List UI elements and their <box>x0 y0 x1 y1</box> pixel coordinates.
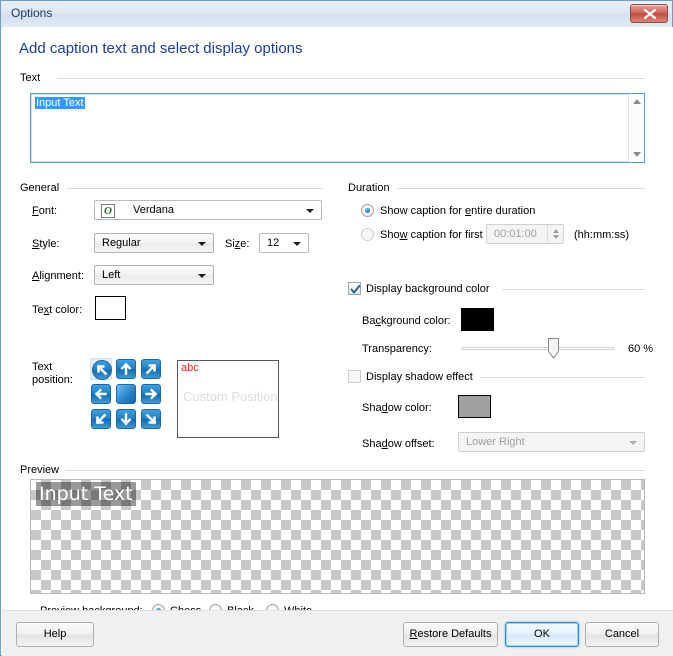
size-combobox[interactable]: 12 <box>259 233 309 253</box>
display-background-checkbox[interactable] <box>348 282 361 295</box>
arrow-left-icon[interactable] <box>90 383 112 405</box>
group-rule-shadow <box>480 377 645 378</box>
transparency-value: 60 % <box>628 343 653 355</box>
checkmark-icon <box>350 284 361 295</box>
size-label: Size: <box>225 238 249 250</box>
text-position-label-line2: position: <box>32 374 73 386</box>
shadow-offset-combobox[interactable]: Lower Right <box>458 432 645 452</box>
restore-defaults-button[interactable]: Restore Defaults <box>403 622 498 647</box>
caption-text-value: Input Text <box>35 97 85 109</box>
preview-caption-text: Input Text <box>36 482 136 506</box>
style-label: Style: <box>32 238 60 250</box>
group-rule-background <box>502 289 645 290</box>
background-color-label: Background color: <box>362 315 451 327</box>
style-value: Regular <box>102 237 141 249</box>
arrow-down-left-icon[interactable] <box>90 408 112 430</box>
shadow-color-label: Shadow color: <box>362 402 432 414</box>
display-background-label: Display background color <box>366 283 495 295</box>
alignment-combobox[interactable]: Left <box>94 265 214 285</box>
group-rule-duration <box>397 188 645 189</box>
help-button[interactable]: Help <box>16 622 94 647</box>
chevron-down-icon <box>198 274 206 278</box>
chevron-down-icon <box>198 242 206 246</box>
caption-text-input[interactable]: Input Text <box>30 93 645 163</box>
dialog-content: Add caption text and select display opti… <box>2 27 673 610</box>
scroll-up-icon[interactable] <box>629 94 644 109</box>
duration-time-input[interactable]: 00:01:00 <box>486 224 564 244</box>
arrow-left-glyph <box>91 384 111 404</box>
transparency-label: Transparency: <box>362 343 432 355</box>
radio-first-duration[interactable] <box>361 228 374 241</box>
arrow-down-right-glyph <box>141 409 161 429</box>
opentype-font-icon: O <box>101 204 115 218</box>
text-color-label: Text color: <box>32 304 82 316</box>
preview-canvas: Input Text <box>30 479 645 594</box>
arrow-up-right-icon[interactable] <box>140 358 162 380</box>
title-bar: Options <box>1 1 672 28</box>
chevron-down-icon <box>629 441 637 445</box>
display-shadow-label: Display shadow effect <box>366 371 478 383</box>
group-label-general: General <box>20 182 64 194</box>
arrow-up-icon[interactable] <box>115 358 137 380</box>
arrow-down-icon[interactable] <box>115 408 137 430</box>
shadow-color-swatch[interactable] <box>458 395 491 418</box>
cancel-button[interactable]: Cancel <box>585 622 659 647</box>
background-color-swatch[interactable] <box>461 308 494 331</box>
arrow-down-left-glyph <box>91 409 111 429</box>
close-icon[interactable] <box>630 4 668 23</box>
radio-first-duration-label: Show caption for first <box>380 229 483 241</box>
arrow-up-left-glyph <box>92 360 112 380</box>
arrow-down-glyph <box>116 409 136 429</box>
chevron-down-icon <box>306 209 314 213</box>
text-scrollbar[interactable] <box>628 94 644 162</box>
custom-position-placeholder: Custom Position <box>183 389 278 404</box>
size-value: 12 <box>267 237 279 249</box>
text-position-label-line1: Text <box>32 361 52 373</box>
arrow-right-glyph <box>141 384 161 404</box>
display-shadow-checkbox[interactable] <box>348 370 361 383</box>
spinner-down-icon[interactable] <box>553 235 559 239</box>
options-dialog-window: Options Add caption text and select disp… <box>0 0 673 656</box>
window-title: Options <box>11 6 52 20</box>
arrow-right-icon[interactable] <box>140 383 162 405</box>
transparency-slider-thumb[interactable] <box>548 338 559 359</box>
custom-position-abc-sample: abc <box>181 362 199 374</box>
slider-thumb-glyph <box>548 338 559 359</box>
alignment-label: Alignment: <box>32 270 84 282</box>
transparency-slider-track[interactable] <box>462 347 614 350</box>
font-value: Verdana <box>133 204 174 216</box>
group-label-preview: Preview <box>20 464 64 476</box>
group-rule-preview <box>65 470 645 471</box>
group-label-duration: Duration <box>348 182 395 194</box>
ok-button[interactable]: OK <box>505 622 579 647</box>
group-label-text: Text <box>20 72 45 84</box>
shadow-offset-value: Lower Right <box>466 436 525 448</box>
duration-time-value: 00:01:00 <box>494 228 537 240</box>
arrow-up-glyph <box>116 359 136 379</box>
group-rule-general <box>67 188 323 189</box>
alignment-value: Left <box>102 269 120 281</box>
close-x-glyph <box>643 8 657 20</box>
radio-entire-duration[interactable] <box>361 204 374 217</box>
radio-entire-duration-label: Show caption for entire duration <box>380 205 535 217</box>
arrow-up-left-icon[interactable] <box>90 358 112 380</box>
center-square-icon[interactable] <box>115 383 137 405</box>
arrow-down-right-icon[interactable] <box>140 408 162 430</box>
arrow-up-right-glyph <box>141 359 161 379</box>
scroll-down-icon[interactable] <box>629 147 644 162</box>
custom-position-preview[interactable]: abc Custom Position <box>177 360 279 438</box>
page-title: Add caption text and select display opti… <box>19 40 303 57</box>
dialog-button-bar: Help Restore Defaults OK Cancel <box>2 610 673 656</box>
group-rule-text <box>57 78 645 79</box>
duration-format-hint: (hh:mm:ss) <box>574 229 629 241</box>
font-combobox[interactable]: O Verdana <box>94 200 322 220</box>
font-label: Font: <box>32 205 57 217</box>
duration-spinner[interactable] <box>547 225 563 243</box>
text-color-swatch[interactable] <box>95 296 126 320</box>
chevron-down-icon <box>293 242 301 246</box>
style-combobox[interactable]: Regular <box>94 233 214 253</box>
shadow-offset-label: Shadow offset: <box>362 438 435 450</box>
spinner-up-icon[interactable] <box>553 229 559 233</box>
